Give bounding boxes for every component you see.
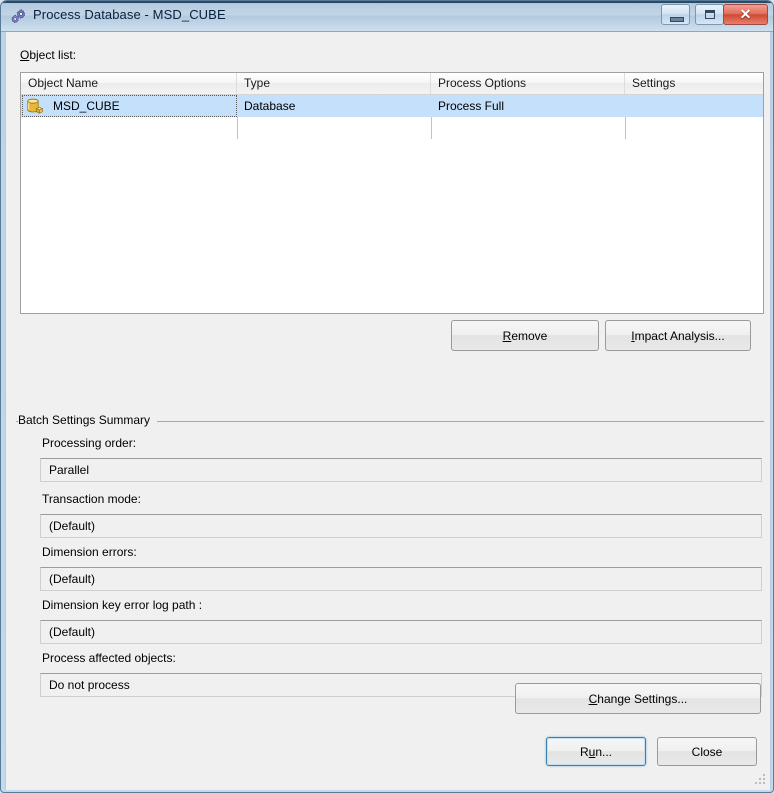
object-list-label-rest: bject list: (29, 48, 77, 62)
maximize-icon (705, 10, 715, 19)
transaction-mode-value: (Default) (40, 514, 762, 538)
close-window-button[interactable]: ✕ (723, 4, 768, 25)
column-header-type[interactable]: Type (237, 73, 431, 94)
column-header-process-options[interactable]: Process Options (431, 73, 625, 94)
processing-order-value: Parallel (40, 458, 762, 482)
minimize-button[interactable] (661, 4, 690, 25)
dimension-errors-label: Dimension errors: (42, 545, 137, 559)
object-list-view[interactable]: Object Name Type Process Options Setting… (20, 72, 764, 314)
column-header-object-name[interactable]: Object Name (21, 73, 237, 94)
window-title: Process Database - MSD_CUBE (33, 7, 226, 22)
column-divider (431, 117, 432, 139)
remove-button-label: emove (511, 328, 548, 343)
minimize-icon (670, 17, 684, 22)
dimension-key-error-log-path-value: (Default) (40, 620, 762, 644)
run-button[interactable]: Run... (546, 737, 646, 766)
cell-settings (625, 95, 763, 117)
row-focus-rectangle (22, 95, 237, 117)
process-gears-icon (10, 8, 28, 25)
change-settings-button[interactable]: Change Settings... (515, 683, 761, 714)
object-list-label: Object list: (20, 48, 77, 62)
close-button[interactable]: Close (657, 737, 757, 766)
processing-order-label: Processing order: (42, 436, 137, 450)
column-header-settings[interactable]: Settings (625, 73, 763, 94)
transaction-mode-label: Transaction mode: (42, 492, 141, 506)
group-box-label: Batch Settings Summary (18, 413, 158, 427)
cell-type: Database (244, 99, 296, 113)
change-settings-button-label: hange Settings... (597, 691, 688, 706)
column-divider (625, 117, 626, 139)
batch-settings-summary-group: Batch Settings Summary Processing order:… (16, 413, 764, 703)
cell-process-options: Process Full (438, 99, 505, 113)
dialog-client-area: Object list: Object Name Type Process Op… (5, 32, 771, 790)
close-icon: ✕ (739, 6, 752, 22)
maximize-button[interactable] (695, 4, 724, 25)
resize-grip[interactable] (753, 774, 766, 787)
remove-button[interactable]: Remove (451, 320, 599, 351)
impact-analysis-button[interactable]: Impact Analysis... (605, 320, 751, 351)
impact-analysis-button-label: mpact Analysis... (634, 328, 725, 343)
run-button-label: n... (595, 744, 613, 759)
column-divider (237, 117, 238, 139)
titlebar[interactable]: Process Database - MSD_CUBE ✕ (1, 1, 773, 32)
object-list-header: Object Name Type Process Options Setting… (21, 73, 763, 95)
dimension-errors-value: (Default) (40, 567, 762, 591)
dimension-key-error-log-path-label: Dimension key error log path : (42, 598, 203, 612)
process-database-dialog: Process Database - MSD_CUBE ✕ Object lis… (0, 0, 774, 793)
process-affected-objects-label: Process affected objects: (42, 651, 176, 665)
